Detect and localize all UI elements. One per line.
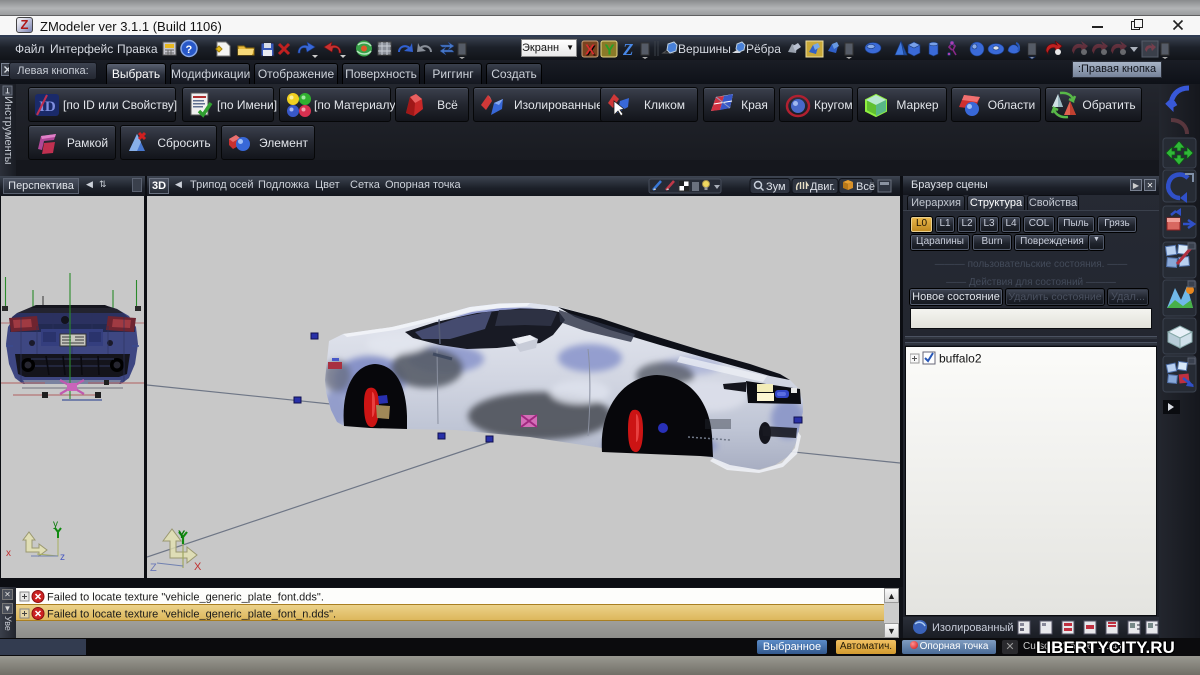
svg-text:z: z bbox=[60, 552, 65, 563]
svg-text:Изолированный: Изолированный bbox=[932, 622, 1014, 634]
svg-text:y: y bbox=[53, 519, 58, 530]
svg-text:Failed to locate texture "vehi: Failed to locate texture "vehicle_generi… bbox=[47, 609, 336, 621]
svg-text:buffalo2: buffalo2 bbox=[939, 352, 982, 366]
svg-text:Failed to locate texture "vehi: Failed to locate texture "vehicle_generi… bbox=[47, 592, 324, 604]
svg-text:?: ? bbox=[186, 44, 193, 56]
svg-text:Y: Y bbox=[605, 42, 615, 59]
svg-text:Y: Y bbox=[178, 529, 186, 541]
svg-text:Всё: Всё bbox=[856, 181, 875, 193]
svg-text:Z: Z bbox=[622, 40, 633, 59]
svg-text:Двиг.: Двиг. bbox=[810, 181, 835, 193]
svg-text:x: x bbox=[6, 548, 11, 559]
svg-text:Зум: Зум bbox=[766, 181, 786, 193]
svg-text:X: X bbox=[585, 42, 595, 59]
svg-text:X: X bbox=[194, 561, 202, 573]
svg-text:Z: Z bbox=[150, 562, 157, 574]
